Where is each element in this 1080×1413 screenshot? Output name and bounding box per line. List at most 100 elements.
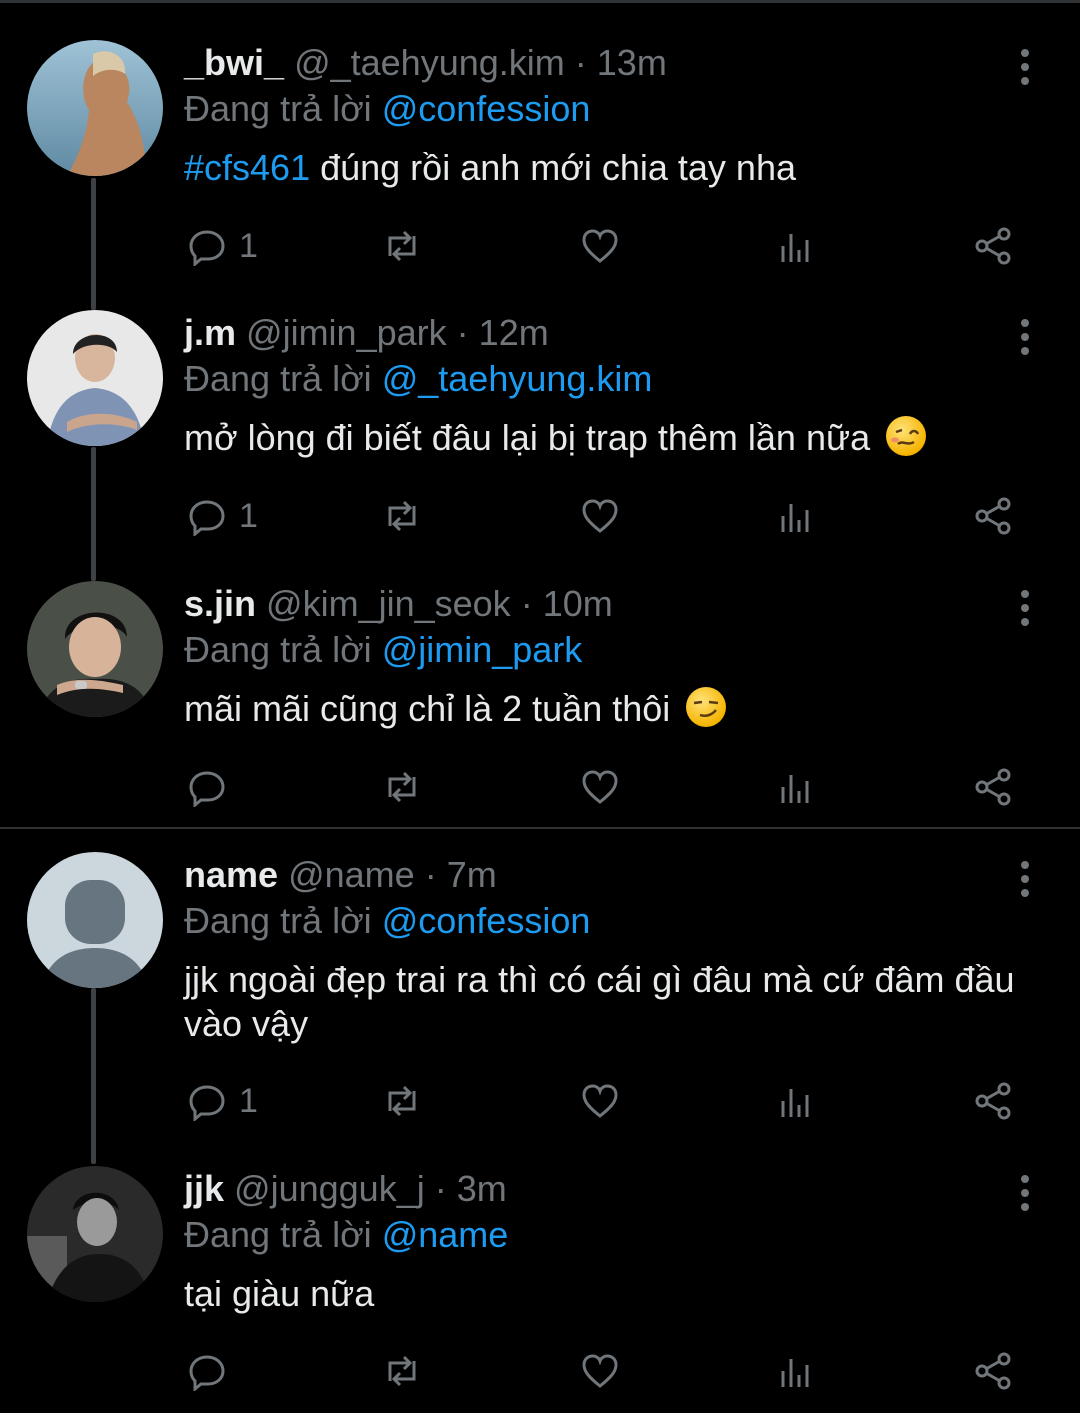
avatar[interactable]: [27, 40, 163, 176]
tweet-body: đúng rồi anh mới chia tay nha: [310, 147, 796, 188]
more-options-icon[interactable]: [1010, 45, 1040, 91]
views-button[interactable]: [777, 763, 817, 811]
replying-to: Đang trả lời @confession: [184, 86, 590, 132]
retweet-button[interactable]: [382, 1347, 422, 1395]
tweet-header: j.m @jimin_park · 12m: [184, 310, 549, 356]
tweet-actions: 1: [0, 222, 1080, 270]
reply-icon: [189, 230, 225, 266]
timestamp[interactable]: 7m: [447, 854, 497, 895]
more-options-icon[interactable]: [1010, 586, 1040, 632]
more-options-icon[interactable]: [1010, 1171, 1040, 1217]
avatar[interactable]: [27, 581, 163, 717]
reply-prefix: Đang trả lời: [184, 358, 372, 399]
share-icon: [975, 1082, 1011, 1120]
separator-dot: ·: [434, 1168, 447, 1209]
like-button[interactable]: [580, 763, 620, 811]
retweet-button[interactable]: [382, 1077, 422, 1125]
share-icon: [975, 497, 1011, 535]
display-name[interactable]: j.m: [184, 312, 236, 353]
share-button[interactable]: [974, 1077, 1014, 1125]
analytics-icon: [781, 775, 809, 803]
display-name[interactable]: s.jin: [184, 583, 256, 624]
heart-icon: [582, 229, 618, 263]
analytics-icon: [781, 504, 809, 532]
share-button[interactable]: [974, 222, 1014, 270]
timestamp[interactable]: 10m: [543, 583, 613, 624]
smirking-face-icon: [686, 687, 727, 727]
tweet-text: mở lòng đi biết đâu lại bị trap thêm lần…: [184, 416, 1024, 460]
avatar[interactable]: [27, 1166, 163, 1302]
tweet-header: jjk @jungguk_j · 3m: [184, 1166, 507, 1212]
replying-to: Đang trả lời @name: [184, 1212, 508, 1258]
reply-prefix: Đang trả lời: [184, 1214, 372, 1255]
display-name[interactable]: name: [184, 854, 278, 895]
tweet-actions: 1: [0, 492, 1080, 540]
hashtag-link[interactable]: #cfs461: [184, 147, 310, 188]
reply-button[interactable]: [187, 763, 239, 811]
timestamp[interactable]: 3m: [457, 1168, 507, 1209]
like-button[interactable]: [580, 1347, 620, 1395]
separator-dot: ·: [456, 312, 469, 353]
reply-button[interactable]: 1: [187, 1077, 258, 1125]
default-avatar-icon[interactable]: [27, 852, 163, 988]
retweet-button[interactable]: [382, 763, 422, 811]
user-handle[interactable]: @jimin_park: [246, 312, 447, 353]
mention-link[interactable]: @confession: [382, 88, 591, 129]
replying-to: Đang trả lời @_taehyung.kim: [184, 356, 652, 402]
heart-icon: [582, 1354, 618, 1388]
retweet-icon: [388, 1085, 416, 1117]
share-icon: [975, 768, 1011, 806]
mention-link[interactable]: @name: [382, 1214, 509, 1255]
analytics-icon: [781, 1359, 809, 1387]
avatar[interactable]: [27, 310, 163, 446]
share-button[interactable]: [974, 763, 1014, 811]
retweet-icon: [388, 771, 416, 803]
reply-icon: [189, 1355, 225, 1391]
heart-icon: [582, 770, 618, 804]
thread-divider: [0, 827, 1080, 829]
tweet-actions: [0, 1347, 1080, 1395]
retweet-button[interactable]: [382, 222, 422, 270]
separator-dot: ·: [424, 854, 437, 895]
views-button[interactable]: [777, 1347, 817, 1395]
timestamp[interactable]: 13m: [597, 42, 667, 83]
user-handle[interactable]: @kim_jin_seok: [266, 583, 511, 624]
share-button[interactable]: [974, 492, 1014, 540]
retweet-button[interactable]: [382, 492, 422, 540]
retweet-icon: [388, 500, 416, 532]
like-button[interactable]: [580, 1077, 620, 1125]
replying-to: Đang trả lời @confession: [184, 898, 590, 944]
mention-link[interactable]: @confession: [382, 900, 591, 941]
reply-button[interactable]: 1: [187, 222, 258, 270]
user-handle[interactable]: @_taehyung.kim: [294, 42, 565, 83]
reply-count: 1: [239, 1081, 258, 1120]
views-button[interactable]: [777, 222, 817, 270]
user-handle[interactable]: @jungguk_j: [234, 1168, 425, 1209]
reply-icon: [189, 771, 225, 807]
display-name[interactable]: jjk: [184, 1168, 224, 1209]
mention-link[interactable]: @jimin_park: [382, 629, 583, 670]
reply-button[interactable]: [187, 1347, 239, 1395]
reply-icon: [189, 500, 225, 536]
timestamp[interactable]: 12m: [479, 312, 549, 353]
display-name[interactable]: _bwi_: [184, 42, 284, 83]
more-options-icon[interactable]: [1010, 857, 1040, 903]
tweet-text: #cfs461 đúng rồi anh mới chia tay nha: [184, 146, 1024, 190]
retweet-icon: [388, 230, 416, 262]
mention-link[interactable]: @_taehyung.kim: [382, 358, 653, 399]
like-button[interactable]: [580, 492, 620, 540]
share-button[interactable]: [974, 1347, 1014, 1395]
heart-icon: [582, 499, 618, 533]
replying-to: Đang trả lời @jimin_park: [184, 627, 582, 673]
user-handle[interactable]: @name: [288, 854, 415, 895]
reply-button[interactable]: 1: [187, 492, 258, 540]
reply-count: 1: [239, 226, 258, 265]
analytics-icon: [781, 1089, 809, 1117]
separator-dot: ·: [520, 583, 533, 624]
tweet-header: _bwi_ @_taehyung.kim · 13m: [184, 40, 667, 86]
more-options-icon[interactable]: [1010, 315, 1040, 361]
views-button[interactable]: [777, 1077, 817, 1125]
top-divider: [0, 0, 1080, 3]
views-button[interactable]: [777, 492, 817, 540]
like-button[interactable]: [580, 222, 620, 270]
